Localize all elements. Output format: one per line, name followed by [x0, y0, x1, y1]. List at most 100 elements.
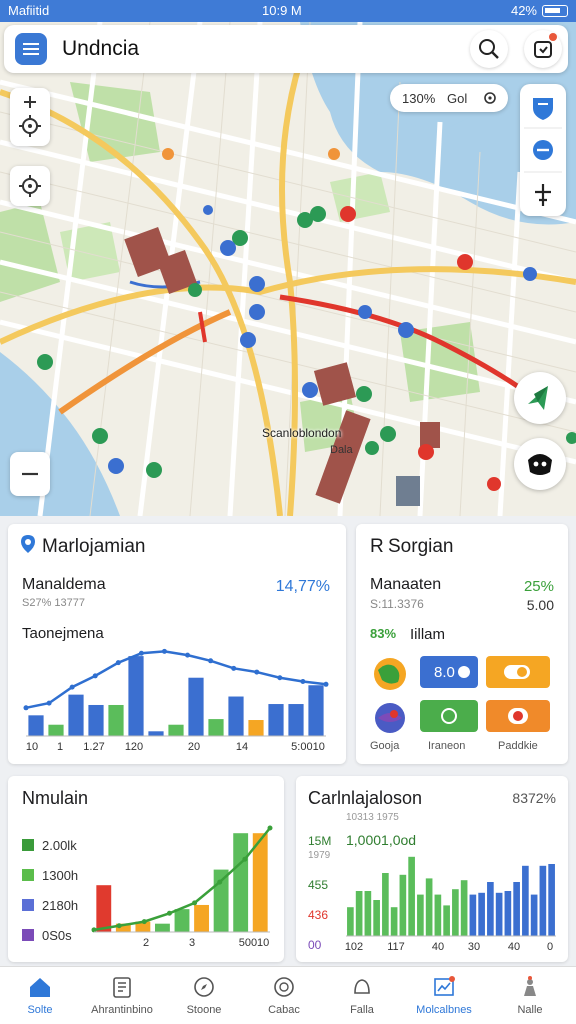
- bar: [213, 869, 229, 932]
- card-comparison: Carlnlajaloson 8372% 1,0001,0od 10313 19…: [296, 776, 568, 962]
- bar: [539, 865, 547, 936]
- notification-dot: [549, 33, 557, 41]
- tile-blue[interactable]: 8.0: [420, 656, 478, 688]
- zoom-indicator[interactable]: 130% Gol: [390, 84, 508, 112]
- nav-item-wallet[interactable]: Cabac: [244, 967, 324, 1024]
- layers-icon: [533, 140, 553, 160]
- x-tick-label: 50010: [239, 937, 270, 949]
- bar: [288, 704, 304, 736]
- x-tick-label: 40: [508, 941, 520, 953]
- assistant-button[interactable]: [514, 438, 566, 490]
- nav-label: Solte: [27, 1004, 53, 1016]
- bar: [434, 894, 442, 936]
- crosshair-icon: [19, 175, 41, 197]
- tile-label: Paddkie: [498, 740, 538, 752]
- bar: [108, 704, 124, 736]
- x-tick-label: 117: [387, 941, 405, 953]
- line-point: [69, 684, 75, 690]
- nav-label: Molcalbnes: [416, 1004, 472, 1016]
- app-title: Undncia: [62, 37, 140, 60]
- bar: [513, 882, 520, 936]
- line-point: [115, 660, 121, 666]
- line-point: [138, 650, 144, 656]
- x-tick-label: 102: [345, 941, 363, 953]
- zoom-out-button[interactable]: [10, 452, 50, 496]
- bar: [382, 873, 389, 936]
- bar: [174, 909, 190, 932]
- line-point: [254, 669, 260, 675]
- line-point: [277, 675, 283, 681]
- card-prefix: R: [370, 536, 384, 557]
- battery-icon: [542, 4, 568, 17]
- battery-percent: 42%: [510, 3, 537, 18]
- bar: [68, 694, 84, 736]
- bar: [208, 719, 224, 736]
- line-point: [166, 910, 172, 916]
- bar: [504, 891, 512, 936]
- bar: [188, 677, 204, 736]
- line-point: [161, 648, 167, 654]
- bar: [128, 656, 144, 736]
- shield-icon: [533, 98, 553, 120]
- tile-value: 8.0: [434, 664, 455, 681]
- bar: [478, 892, 485, 936]
- x-tick-label: 3: [189, 937, 195, 949]
- minus-icon: [22, 472, 38, 476]
- locate-button[interactable]: [10, 166, 50, 206]
- x-tick-label: 0: [547, 941, 553, 953]
- zoom-level: 130%: [402, 91, 436, 106]
- app-bar: Undncia: [4, 25, 568, 73]
- tile-green[interactable]: [420, 700, 478, 732]
- nav-item-alerts[interactable]: Falla: [322, 967, 402, 1024]
- line-point: [185, 652, 191, 658]
- x-tick-label: 30: [468, 941, 480, 953]
- bar: [399, 874, 407, 936]
- nav-label: Ahrantinbino: [91, 1004, 153, 1016]
- line-point: [46, 700, 52, 706]
- clock: 10:9 M: [262, 3, 302, 18]
- card-primary: Marlojamian Manaldema S27% 13777 14,77% …: [8, 524, 346, 764]
- bar: [487, 882, 494, 936]
- bar: [347, 907, 354, 936]
- line-point: [92, 673, 98, 679]
- navigate-button[interactable]: [514, 372, 566, 424]
- nav-item-explore[interactable]: Stoone: [164, 967, 244, 1024]
- bar: [268, 704, 284, 736]
- plus-icon: [19, 96, 41, 137]
- zoom-in-control[interactable]: [10, 88, 50, 146]
- bar: [548, 864, 555, 936]
- tile-label: Iraneon: [428, 740, 466, 752]
- bar: [28, 715, 44, 736]
- map-place-label[interactable]: Scanloblondon: [262, 426, 341, 440]
- menu-button[interactable]: [15, 33, 47, 65]
- robot-icon: [528, 454, 552, 475]
- globe-icon[interactable]: [372, 656, 408, 692]
- x-tick-label: 14: [236, 741, 248, 753]
- status-bar: Mafiitid 10:9 M 42%: [0, 0, 576, 22]
- line-point: [141, 919, 147, 925]
- bar: [364, 891, 372, 936]
- planet-icon[interactable]: [372, 700, 408, 736]
- growth-chart: 2 3 50010: [91, 825, 273, 949]
- nav-item-profile[interactable]: Nalle: [490, 967, 570, 1024]
- nav-label: Cabac: [268, 1004, 300, 1016]
- nav-label: Falla: [350, 1004, 374, 1016]
- nav-item-home[interactable]: Solte: [0, 967, 80, 1024]
- tile-orange[interactable]: [486, 656, 550, 688]
- nav-label: Nalle: [517, 1004, 543, 1016]
- wallet-icon: [274, 977, 294, 997]
- bar: [522, 865, 529, 936]
- nav-item-analytics[interactable]: Molcalbnes: [404, 967, 484, 1024]
- x-tick-label: 120: [125, 741, 143, 753]
- search-button[interactable]: [470, 30, 508, 68]
- bar: [408, 856, 415, 936]
- line-point: [300, 678, 306, 684]
- line-point: [208, 658, 214, 664]
- tile-red[interactable]: [486, 700, 550, 732]
- bar-line-chart: 10 1 1.27 120 20 14 5:0010: [23, 648, 329, 753]
- bar: [355, 891, 363, 936]
- bar: [460, 880, 468, 936]
- bar: [373, 900, 380, 936]
- document-icon: [113, 977, 131, 998]
- nav-item-documents[interactable]: Ahrantinbino: [82, 967, 162, 1024]
